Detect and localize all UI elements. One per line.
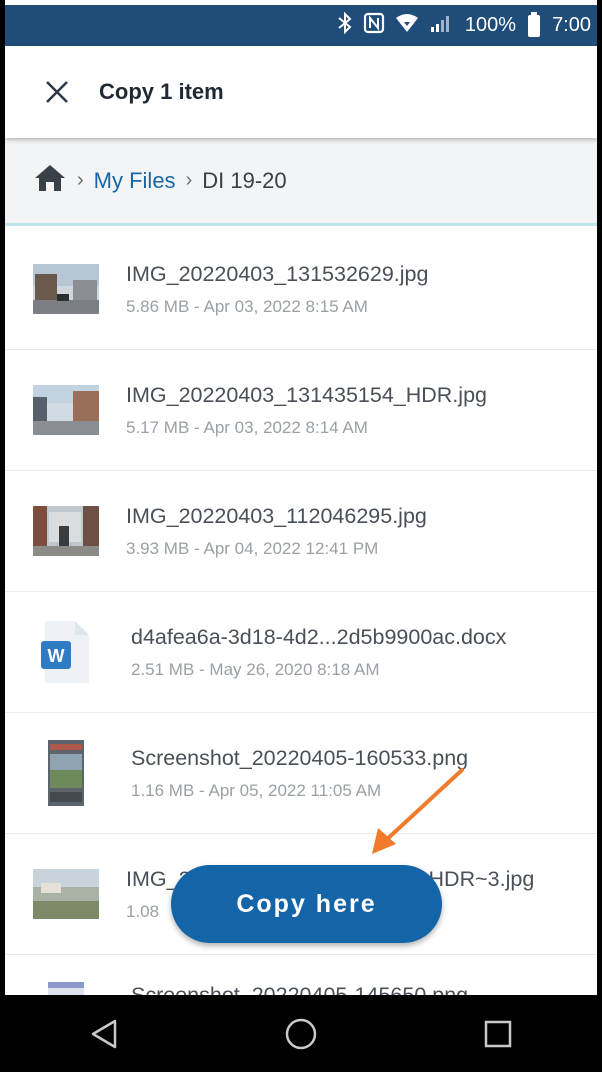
frame-border-right (597, 0, 602, 1072)
recents-button[interactable] (468, 1004, 528, 1064)
bluetooth-icon (337, 11, 353, 40)
word-doc-icon: W (41, 619, 91, 685)
image-thumbnail (33, 869, 99, 919)
list-item[interactable]: Screenshot_20220405-160533.png 1.16 MB -… (5, 713, 597, 834)
file-name: IMG_20220403_131435154_HDR.jpg (126, 382, 487, 407)
frame-border-left (0, 0, 5, 1072)
image-thumbnail (33, 506, 99, 556)
breadcrumb-current-folder: DI 19-20 (202, 167, 287, 193)
signal-icon (429, 13, 451, 39)
image-thumbnail (33, 385, 99, 435)
battery-icon (528, 11, 541, 37)
app-bar: Copy 1 item (5, 46, 597, 138)
file-meta: 2.51 MB - May 26, 2020 8:18 AM (131, 659, 380, 679)
file-name: IMG_20220403_131532629.jpg (126, 261, 429, 286)
list-item[interactable]: IMG_20220403_131532629.jpg 5.86 MB - Apr… (5, 229, 597, 350)
home-nav-button[interactable] (271, 1004, 331, 1064)
home-circle-icon (285, 1018, 317, 1049)
file-meta: 5.17 MB - Apr 03, 2022 8:14 AM (126, 417, 368, 437)
close-icon (46, 81, 68, 103)
list-item[interactable]: IMG_20220403_112046295.jpg 3.93 MB - Apr… (5, 471, 597, 592)
back-button[interactable] (74, 1004, 134, 1064)
breadcrumb-my-files[interactable]: My Files (94, 168, 176, 194)
file-meta: 5.86 MB - Apr 03, 2022 8:15 AM (126, 296, 368, 316)
battery-percent: 100% (464, 14, 517, 36)
svg-text:W: W (48, 646, 65, 666)
copy-here-button[interactable]: Copy here (171, 865, 442, 943)
status-bar: 100% 7:00 (5, 5, 597, 46)
home-icon[interactable] (33, 163, 67, 199)
chevron-right-icon: › (185, 169, 193, 191)
file-name: Screenshot_20220405-145650.png (131, 983, 469, 995)
file-name: d4afea6a-3d18-4d2...2d5b9900ac.docx (131, 624, 507, 649)
screen: 100% 7:00 Copy 1 item › My Files › DI 19… (0, 0, 602, 1072)
screenshot-thumbnail (48, 740, 84, 806)
chevron-right-icon: › (77, 169, 84, 191)
file-name: IMG_20220403_112046295.jpg (126, 503, 427, 528)
breadcrumb: › My Files › DI 19-20 (5, 138, 597, 226)
list-item[interactable]: IMG_20220403_131435154_HDR.jpg 5.17 MB -… (5, 350, 597, 471)
screenshot-thumbnail (48, 982, 84, 995)
navigation-bar (5, 995, 597, 1072)
file-name-end: HDR~3.jpg (428, 866, 535, 891)
arrow-annotation-icon (372, 768, 464, 854)
close-button[interactable] (35, 70, 79, 114)
list-item[interactable]: Screenshot_20220405-145650.png (5, 955, 597, 995)
wifi-icon (395, 13, 419, 39)
list-item[interactable]: W d4afea6a-3d18-4d2...2d5b9900ac.docx 2.… (5, 592, 597, 713)
image-thumbnail (33, 264, 99, 314)
status-time: 7:00 (552, 14, 591, 36)
nfc-icon (363, 12, 385, 40)
recents-icon (485, 1020, 512, 1047)
page-title: Copy 1 item (99, 79, 224, 104)
back-icon (91, 1019, 116, 1048)
file-meta: 3.93 MB - Apr 04, 2022 12:41 PM (126, 538, 379, 558)
